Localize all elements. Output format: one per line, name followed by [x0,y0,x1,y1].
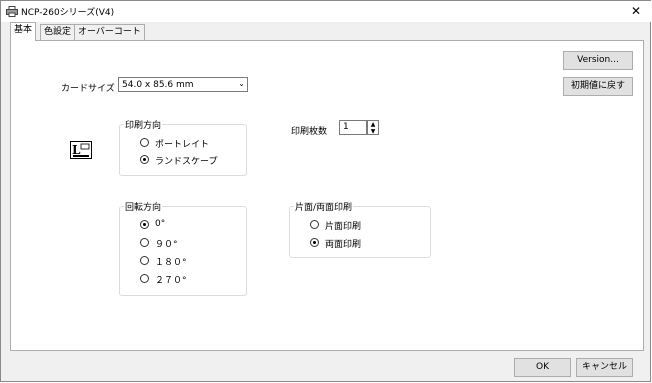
radio-button[interactable] [140,238,149,247]
radio-button-checked[interactable] [310,238,319,247]
radio-button[interactable] [310,220,319,229]
copies-spinner[interactable]: ▲ ▼ [367,120,379,135]
simplex-label: 片面印刷 [325,222,362,232]
close-button[interactable]: ✕ [623,1,649,22]
rotation-0-label: 0° [155,219,166,229]
version-button[interactable]: Version... [563,51,633,70]
spin-up-icon[interactable]: ▲ [368,121,378,128]
radio-button-checked[interactable] [140,220,149,229]
copies-label: 印刷枚数 [291,127,328,137]
rotation-90-label: ９０° [155,240,178,250]
title-bar: NCP-260シリーズ(V4) ✕ [1,1,651,22]
reset-defaults-button[interactable]: 初期値に戻す [563,77,633,96]
duplex-title: 片面/両面印刷 [294,200,354,213]
rotation-270-label: ２７０° [155,276,187,286]
svg-text:L: L [72,143,81,157]
radio-button-checked[interactable] [140,155,149,164]
tab-color-settings[interactable]: 色設定 [40,24,76,40]
print-orientation-title: 印刷方向 [124,118,163,131]
copies-input[interactable]: 1 [339,120,367,135]
portrait-label: ポートレイト [155,140,210,150]
duplex-group: 片面/両面印刷 片面印刷 両面印刷 [289,200,431,258]
duplex-label: 両面印刷 [325,240,362,250]
card-size-select[interactable]: 54.0 x 85.6 mm ⌄ [118,77,248,92]
card-size-value: 54.0 x 85.6 mm [122,80,194,90]
tab-basic[interactable]: 基本 [10,22,37,41]
rotation-group: 回転方向 0° ９０° １８０° ２７０° [119,200,247,296]
radio-button[interactable] [140,256,149,265]
radio-button[interactable] [140,138,149,147]
printer-icon [6,6,18,17]
window-title: NCP-260シリーズ(V4) [21,8,115,18]
dialog-window: NCP-260シリーズ(V4) ✕ 基本 色設定 オーバーコート Version… [0,0,651,382]
landscape-label: ランドスケープ [155,157,218,167]
copies-value: 1 [343,122,349,132]
chevron-down-icon: ⌄ [238,79,245,88]
tab-overcoat[interactable]: オーバーコート [74,24,145,40]
rotation-title: 回転方向 [124,200,163,213]
print-orientation-group: 印刷方向 ポートレイト ランドスケープ [119,118,247,176]
spin-down-icon[interactable]: ▼ [368,128,378,135]
card-size-label: カードサイズ [61,84,115,94]
landscape-orientation-icon: L [70,141,92,159]
cancel-button[interactable]: キャンセル [576,358,633,377]
radio-button[interactable] [140,274,149,283]
rotation-180-label: １８０° [155,258,187,268]
ok-button[interactable]: OK [514,358,571,377]
